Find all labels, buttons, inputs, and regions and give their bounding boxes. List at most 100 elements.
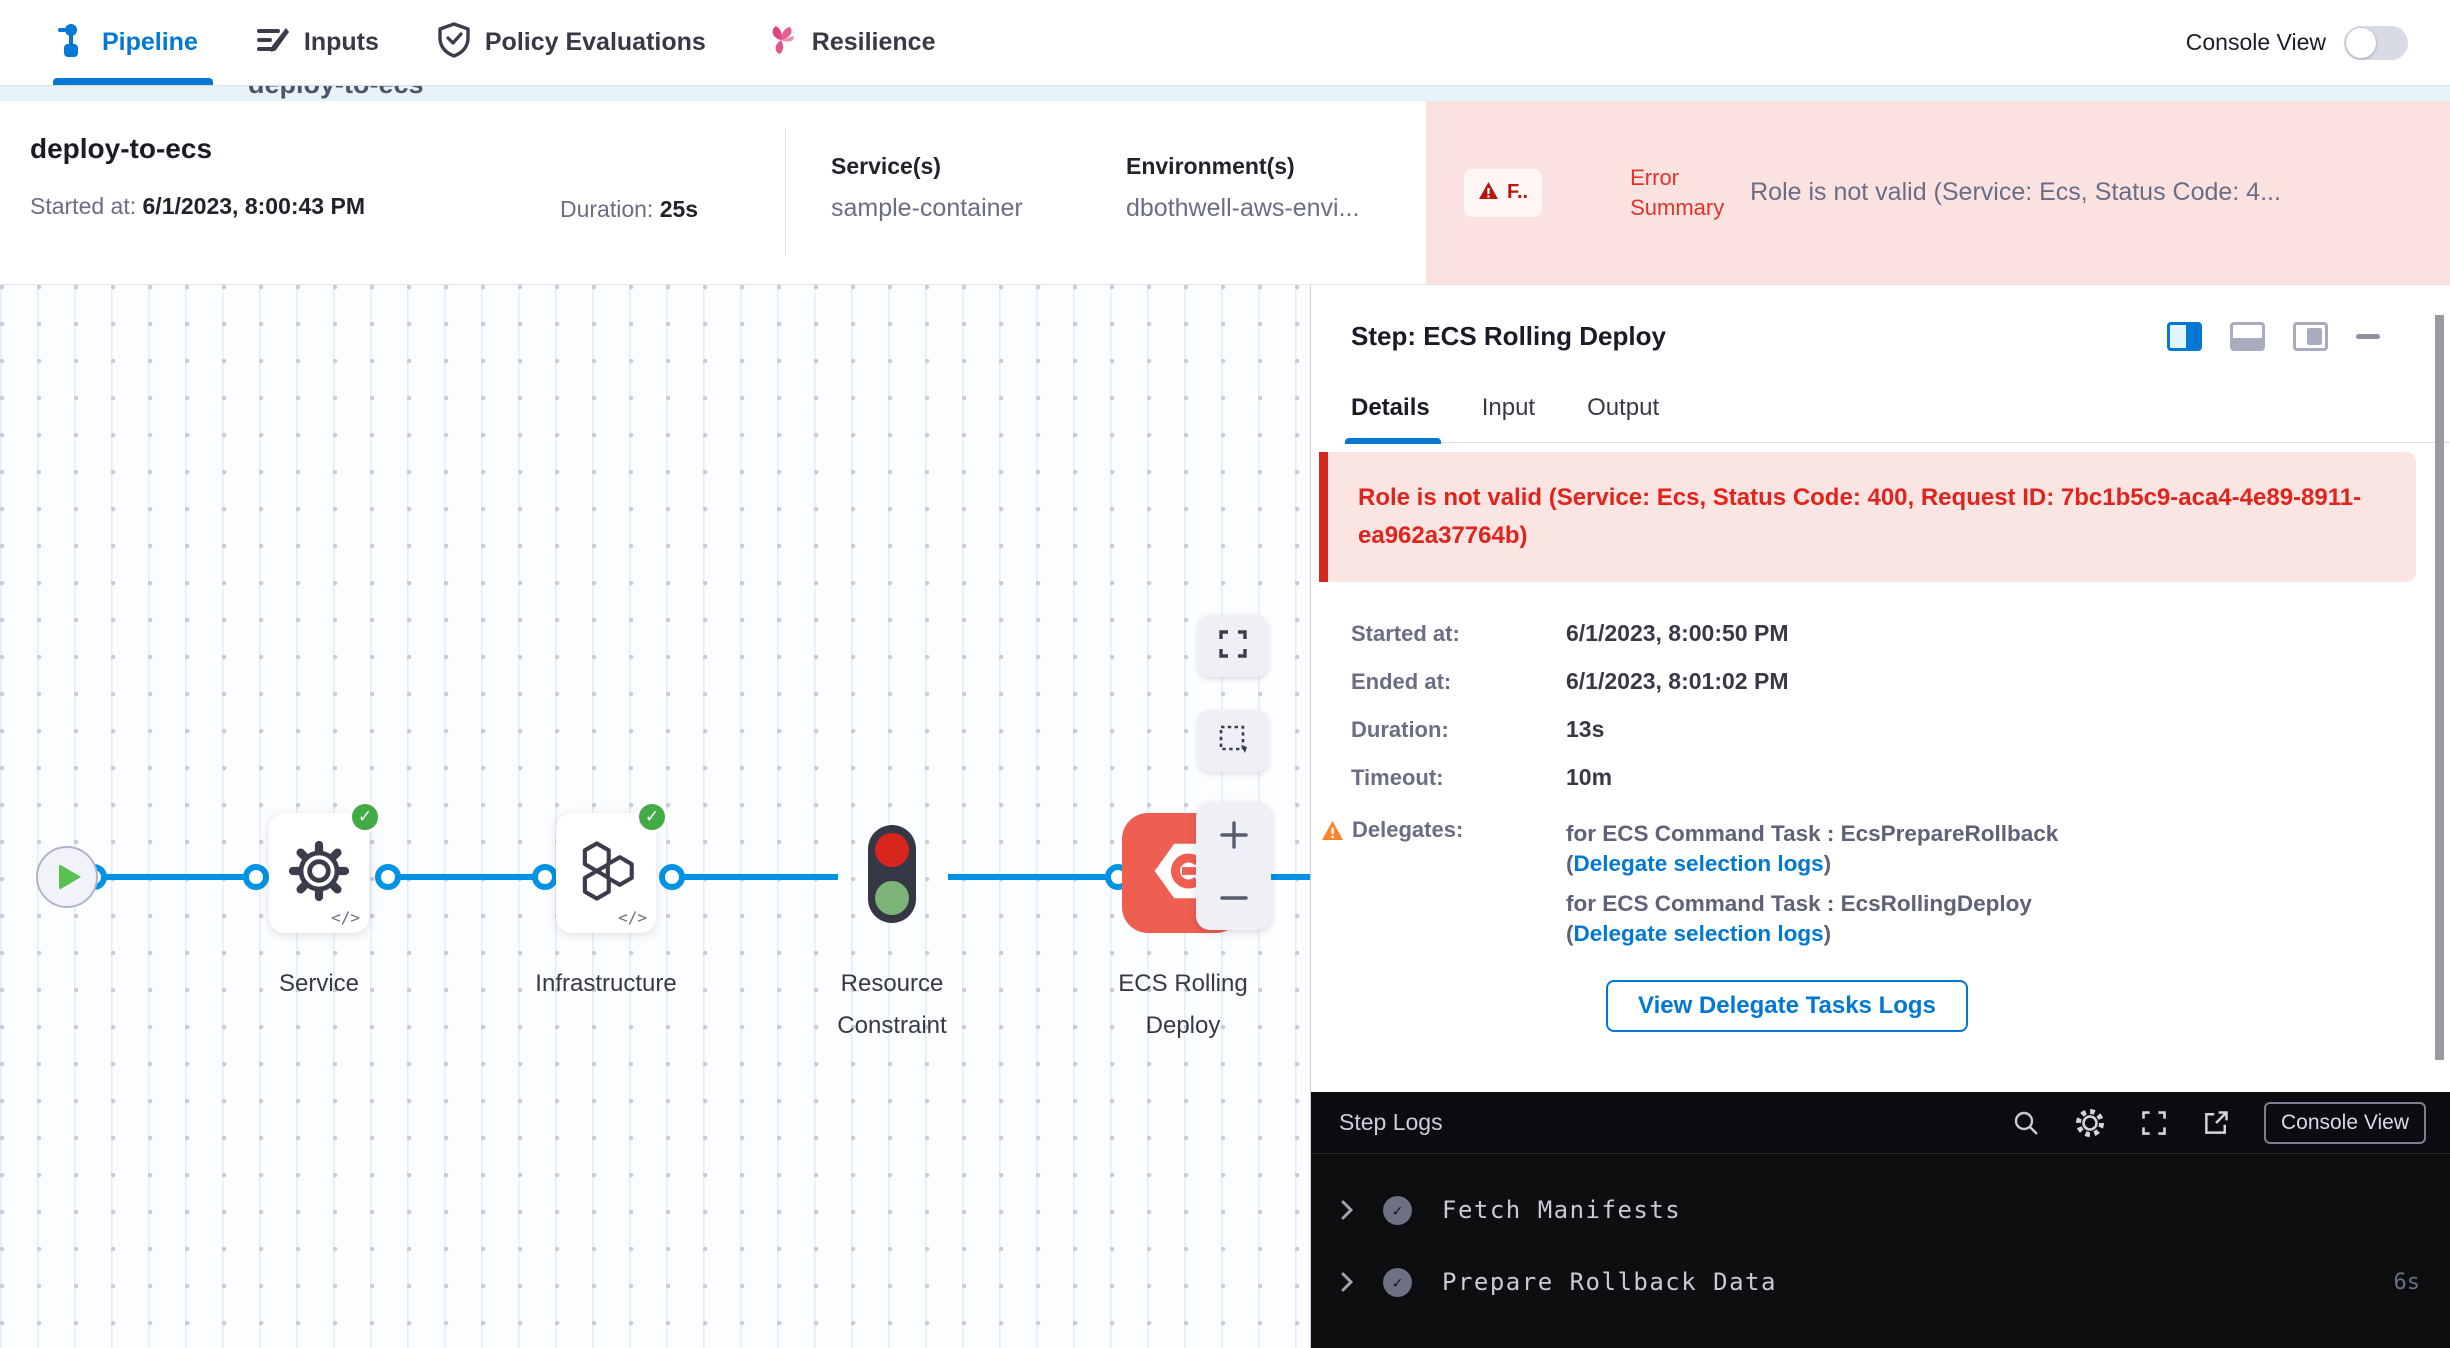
- log-section-row[interactable]: ✓ Prepare Rollback Data 6s: [1311, 1246, 2450, 1318]
- zoom-controls: [1196, 803, 1271, 930]
- resilience-icon: [764, 23, 798, 62]
- success-check-icon: ✓: [1383, 1196, 1412, 1225]
- fullscreen-icon[interactable]: [2140, 1109, 2168, 1137]
- chevron-right-icon[interactable]: [1339, 1271, 1355, 1293]
- tab-policy-evaluations[interactable]: Policy Evaluations: [437, 0, 706, 85]
- settings-gear-icon[interactable]: [2074, 1107, 2106, 1139]
- log-section-row[interactable]: ✓ Fetch Manifests: [1311, 1174, 2450, 1246]
- hexagons-icon: [573, 840, 639, 907]
- connector-dot: [243, 864, 269, 890]
- toggle-knob: [2346, 28, 2376, 58]
- zoom-in-button[interactable]: [1196, 803, 1271, 867]
- services-column: Service(s) sample-container: [786, 101, 1081, 284]
- zoom-out-button[interactable]: [1196, 867, 1271, 931]
- duration: Duration: 25s: [560, 101, 785, 284]
- inputs-icon: [256, 24, 290, 61]
- node-infrastructure[interactable]: ✓ </>: [556, 813, 656, 933]
- view-delegate-tasks-logs-button[interactable]: View Delegate Tasks Logs: [1606, 980, 1968, 1032]
- step-logs-body: ✓ Fetch Manifests ✓ Prepare Rollback Dat…: [1311, 1153, 2450, 1348]
- scrolled-title-strip: deploy-to-ecs: [0, 86, 2450, 101]
- layout-right-split-icon[interactable]: [2167, 322, 2202, 351]
- search-icon[interactable]: [2012, 1109, 2040, 1137]
- field-row-delegates: Delegates: for ECS Command Task : EcsPre…: [1351, 817, 2410, 959]
- environments-column: Environment(s) dbothwell-aws-envi...: [1081, 101, 1426, 284]
- top-nav: Pipeline Inputs Policy Evaluations Res: [0, 0, 2450, 86]
- step-details-panel: Step: ECS Rolling Deploy Details Input O…: [1310, 285, 2450, 1348]
- delegate-selection-logs-link[interactable]: Delegate selection logs: [1574, 921, 1824, 946]
- layout-floating-panel-icon[interactable]: [2293, 322, 2328, 351]
- red-lamp: [875, 833, 909, 867]
- execution-header-left: deploy-to-ecs Started at: 6/1/2023, 8:00…: [0, 101, 560, 284]
- step-panel-tabs: Details Input Output: [1351, 394, 2450, 443]
- tab-resilience-label: Resilience: [812, 28, 936, 57]
- tab-inputs[interactable]: Inputs: [256, 0, 379, 85]
- tab-pipeline-label: Pipeline: [102, 28, 198, 57]
- console-view-toggle[interactable]: [2344, 26, 2408, 60]
- warning-icon: [1321, 820, 1344, 841]
- node-resource-constraint traffic-light-icon[interactable]: [868, 825, 916, 923]
- field-value: 13s: [1566, 716, 1604, 743]
- field-value: 10m: [1566, 764, 1612, 791]
- field-value: 6/1/2023, 8:01:02 PM: [1566, 668, 1788, 695]
- services-value[interactable]: sample-container: [831, 194, 1081, 223]
- clipped-pipeline-title: deploy-to-ecs: [248, 86, 2450, 100]
- canvas-fullscreen-button[interactable]: [1198, 615, 1268, 677]
- main-area: ✓ </> Service ✓ </> Infrastructure: [0, 285, 2450, 1348]
- delegates-lines: for ECS Command Task : EcsPrepareRollbac…: [1566, 819, 2111, 959]
- code-icon: </>: [618, 908, 647, 927]
- node-infrastructure-label: Infrastructure: [506, 963, 706, 1005]
- chevron-right-icon[interactable]: [1339, 1199, 1355, 1221]
- error-summary-text: Role is not valid (Service: Ecs, Status …: [1750, 178, 2281, 207]
- minimize-icon[interactable]: [2356, 334, 2380, 339]
- open-in-new-icon[interactable]: [2202, 1109, 2230, 1137]
- delegate-line: for ECS Command Task : EcsPrepareRollbac…: [1566, 819, 2111, 879]
- pipeline-name: deploy-to-ecs: [30, 133, 560, 165]
- panel-scrollbar[interactable]: [2435, 315, 2444, 1060]
- connector-dot: [375, 864, 401, 890]
- tab-resilience[interactable]: Resilience: [764, 0, 936, 85]
- shield-check-icon: [437, 22, 471, 63]
- node-resource-constraint-label: Resource Constraint: [807, 963, 977, 1047]
- green-lamp: [875, 881, 909, 915]
- success-check-icon: ✓: [1383, 1268, 1412, 1297]
- log-section-label: Fetch Manifests: [1442, 1196, 1681, 1224]
- pipeline-icon: [55, 23, 88, 63]
- field-label: Started at:: [1351, 621, 1566, 647]
- code-icon: </>: [331, 908, 360, 927]
- tab-pipeline[interactable]: Pipeline: [55, 0, 198, 85]
- tab-inputs-label: Inputs: [304, 28, 379, 57]
- delegate-selection-logs-link[interactable]: Delegate selection logs: [1574, 851, 1824, 876]
- step-error-message: Role is not valid (Service: Ecs, Status …: [1319, 452, 2416, 582]
- edge-constraint-ecs: [948, 874, 1118, 880]
- button-row: View Delegate Tasks Logs: [1606, 980, 2410, 1032]
- node-service[interactable]: ✓ </>: [269, 813, 369, 933]
- layout-bottom-split-icon[interactable]: [2230, 322, 2265, 351]
- field-value: 6/1/2023, 8:00:50 PM: [1566, 620, 1788, 647]
- nav-tabs: Pipeline Inputs Policy Evaluations Res: [55, 0, 935, 85]
- pipeline-canvas[interactable]: ✓ </> Service ✓ </> Infrastructure: [0, 285, 1310, 1348]
- step-logs-title: Step Logs: [1339, 1109, 1443, 1136]
- active-tab-underline: [53, 78, 213, 85]
- log-section-duration: 6s: [2394, 1270, 2421, 1295]
- canvas-select-button[interactable]: [1198, 710, 1268, 772]
- delegates-label-wrap: Delegates:: [1351, 817, 1566, 843]
- started-at: Started at: 6/1/2023, 8:00:43 PM: [30, 193, 560, 220]
- execution-header: deploy-to-ecs Started at: 6/1/2023, 8:00…: [0, 101, 2450, 285]
- field-row-ended-at: Ended at: 6/1/2023, 8:01:02 PM: [1351, 668, 2410, 695]
- status-badge-label: F..: [1507, 181, 1528, 204]
- field-label: Duration:: [1351, 717, 1566, 743]
- nav-right: Console View: [2186, 26, 2408, 60]
- tab-details[interactable]: Details: [1351, 394, 1430, 442]
- fullscreen-icon: [1217, 628, 1249, 665]
- logs-console-view-button[interactable]: Console View: [2264, 1102, 2426, 1144]
- error-summary-bar: F.. Error Summary Role is not valid (Ser…: [1426, 101, 2450, 284]
- start-node[interactable]: [36, 846, 98, 908]
- tab-input[interactable]: Input: [1482, 394, 1535, 442]
- environments-value[interactable]: dbothwell-aws-envi...: [1126, 194, 1426, 223]
- tab-output[interactable]: Output: [1587, 394, 1659, 442]
- field-label: Timeout:: [1351, 765, 1566, 791]
- panel-layout-controls: [2167, 322, 2380, 351]
- edge-infrastructure-constraint: [672, 874, 838, 880]
- edge-service-infrastructure: [388, 874, 545, 880]
- step-panel-title: Step: ECS Rolling Deploy: [1351, 321, 1666, 352]
